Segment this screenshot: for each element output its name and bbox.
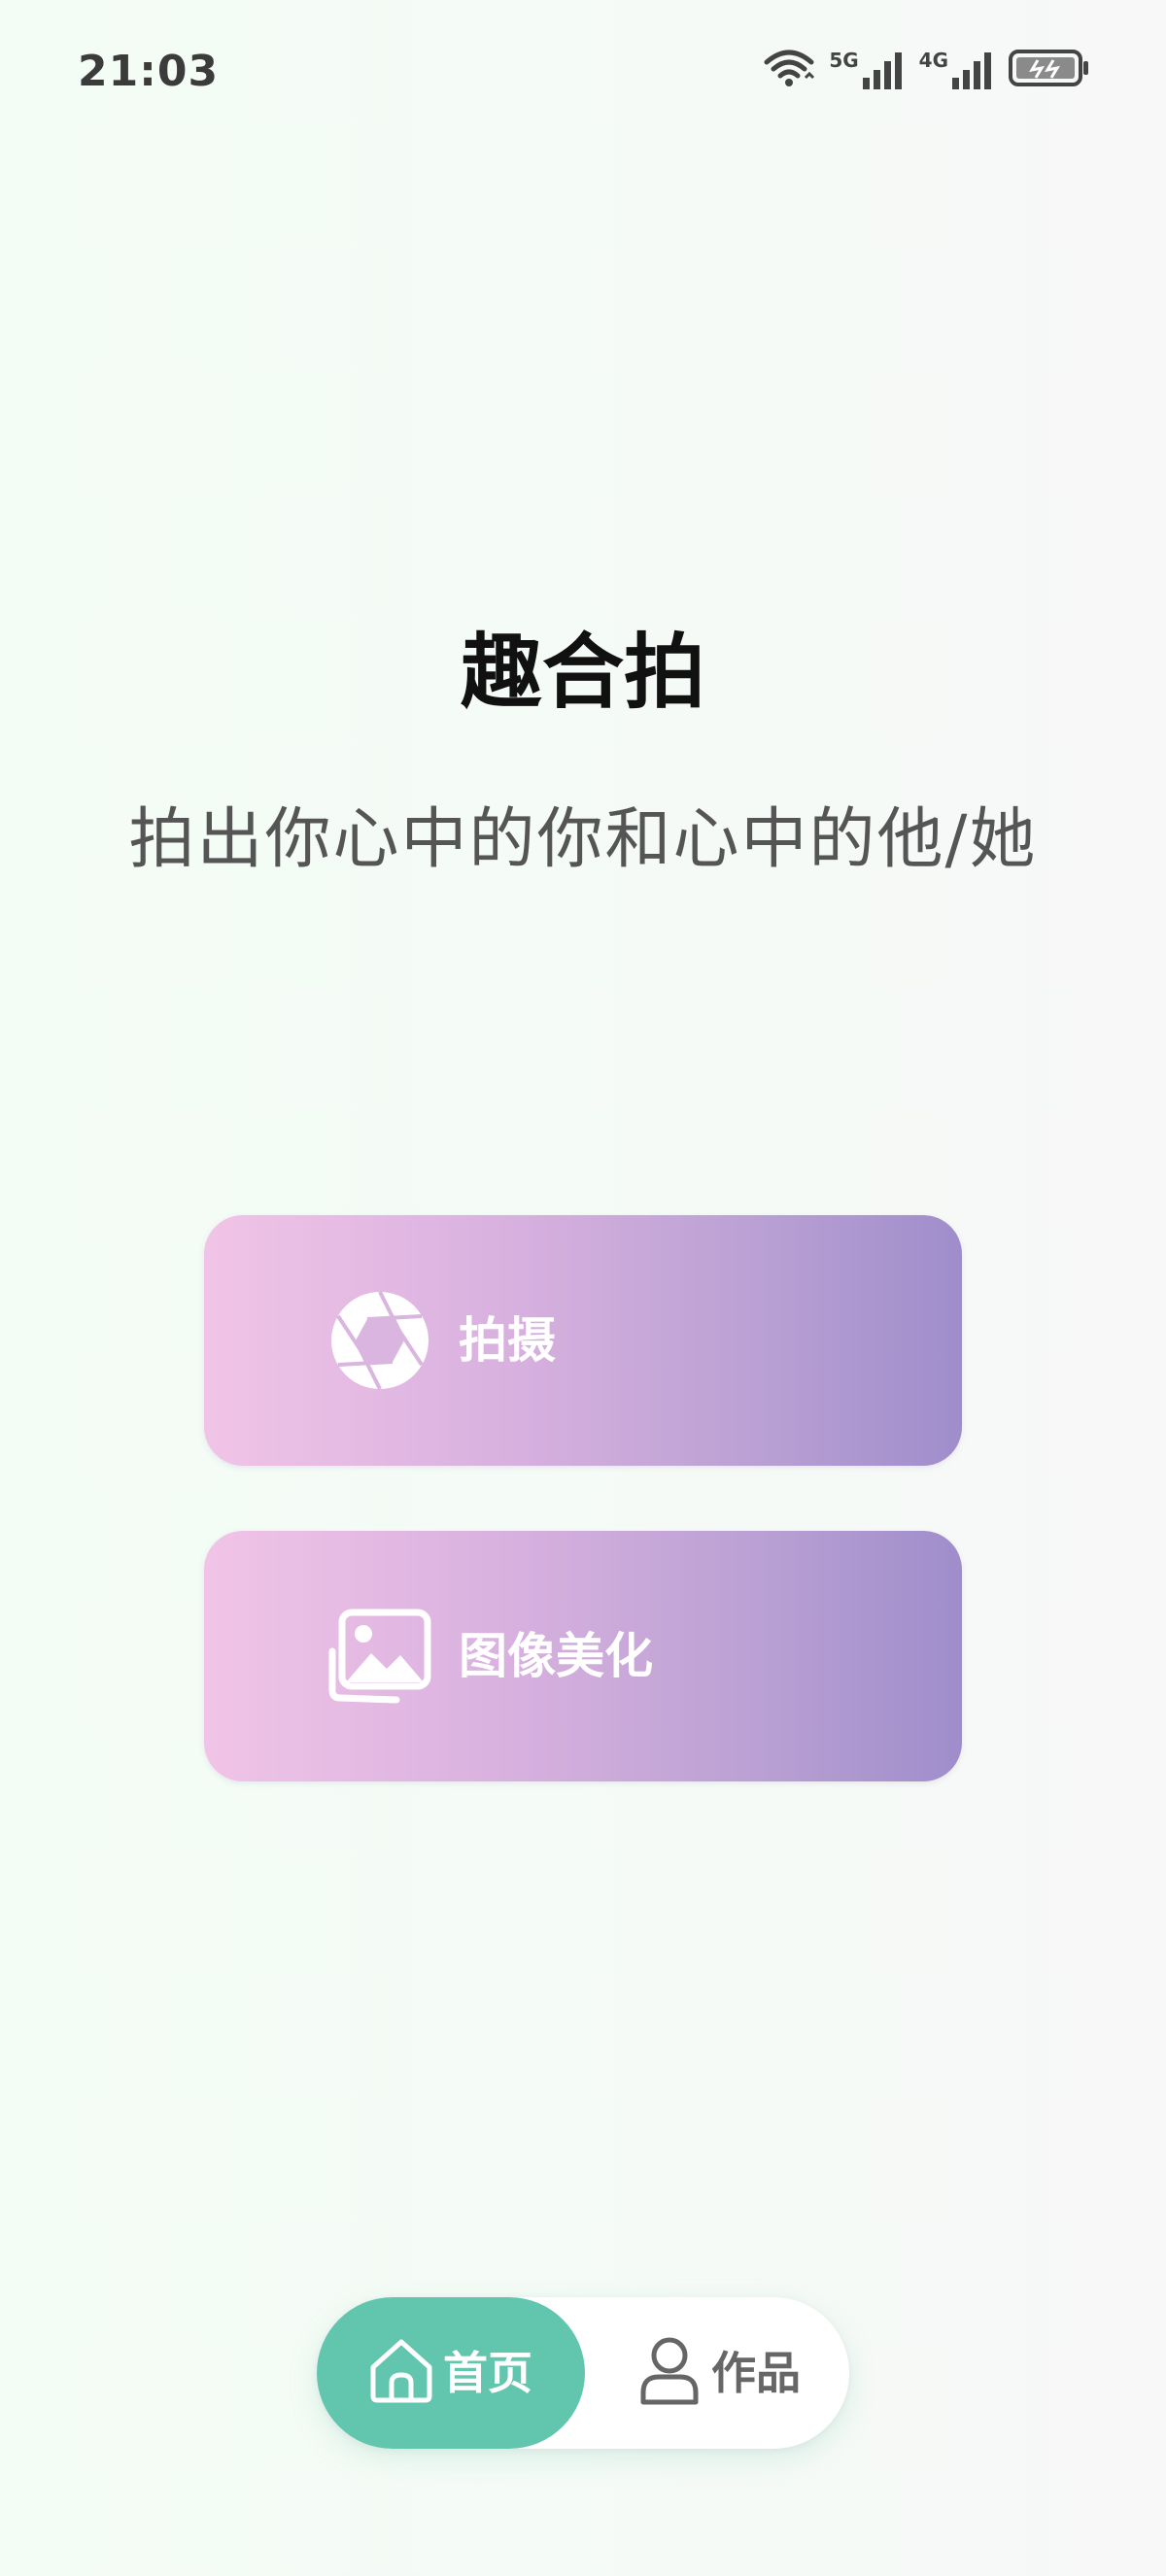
shoot-label: 拍摄 (459, 1312, 556, 1369)
signal-5g-label: 5G (829, 49, 859, 72)
signal-5g-icon: 5G (829, 51, 905, 89)
battery-charging-icon (1009, 49, 1090, 91)
nav-tab-works[interactable]: 作品 (585, 2297, 849, 2449)
signal-4g-label: 4G (918, 49, 948, 72)
signal-4g-icon: 4G (919, 51, 995, 89)
wifi-icon (763, 49, 815, 91)
camera-aperture-icon (328, 1289, 431, 1392)
nav-works-label: 作品 (711, 2347, 801, 2399)
image-beautify-label: 图像美化 (459, 1628, 653, 1684)
app-title: 趣合拍 (460, 625, 705, 720)
nav-home-label: 首页 (443, 2347, 532, 2399)
user-icon (634, 2334, 705, 2406)
nav-tab-home[interactable]: 首页 (317, 2297, 585, 2449)
bottom-nav: 首页 作品 (317, 2297, 849, 2449)
app-subtitle: 拍出你心中的你和心中的他/她 (128, 801, 1038, 878)
shoot-button[interactable]: 拍摄 (204, 1215, 962, 1466)
status-bar: 21:03 5G 4G (0, 0, 1166, 146)
image-gallery-icon (328, 1605, 431, 1708)
home-icon (365, 2334, 437, 2406)
status-time: 21:03 (78, 47, 220, 96)
status-icons: 5G 4G (763, 49, 1090, 91)
image-beautify-button[interactable]: 图像美化 (204, 1531, 962, 1781)
